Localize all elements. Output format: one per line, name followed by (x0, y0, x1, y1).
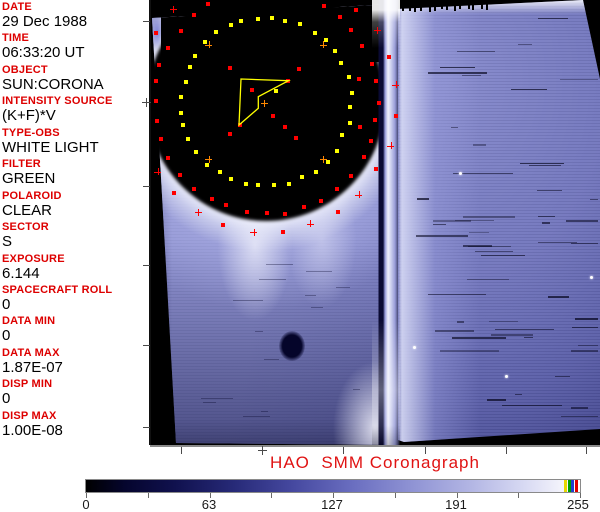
meta-label: INTENSITY SOURCE (2, 95, 113, 108)
meta-entry: DATA MAX 1.87E-07 (2, 347, 148, 378)
meta-value: 1.00E-08 (2, 421, 63, 439)
meta-entry: POLAROID CLEAR (2, 190, 148, 221)
meta-entry: DISP MAX 1.00E-08 (2, 410, 148, 441)
meta-value: GREEN (2, 170, 56, 188)
sun-center-axis-marker (146, 98, 147, 107)
colorbar-tick (147, 493, 149, 498)
meta-value: (K+F)*V (2, 107, 56, 125)
meta-entry: SPACECRAFT ROLL 0 (2, 284, 148, 315)
meta-value: 0 (2, 327, 11, 345)
meta-value: 06:33:20 UT (2, 44, 85, 62)
axis-tick (143, 21, 150, 22)
meta-value: 1.87E-07 (2, 358, 63, 376)
meta-entry: SECTOR S (2, 221, 148, 252)
meta-label: DISP MAX (2, 409, 57, 422)
meta-value: WHITE LIGHT (2, 138, 99, 156)
meta-label: FILTER (2, 158, 41, 171)
meta-entry: DATA MIN 0 (2, 315, 148, 346)
meta-value: 0 (2, 390, 11, 408)
colorbar (85, 479, 581, 493)
meta-label: TYPE-OBS (2, 126, 60, 139)
meta-label: TIME (2, 32, 30, 45)
meta-label: DATA MIN (2, 315, 56, 328)
white-speck (459, 172, 462, 175)
meta-entry: DATE 29 Dec 1988 (2, 1, 148, 32)
meta-entry: FILTER GREEN (2, 158, 148, 189)
meta-label: SECTOR (2, 221, 49, 234)
colorbar-tick (518, 493, 520, 498)
meta-entry: TIME 06:33:20 UT (2, 32, 148, 63)
colorbar-annotation-stripe (571, 480, 575, 492)
meta-label: DATA MAX (2, 346, 60, 359)
colorbar-tick-label: 255 (567, 497, 589, 512)
footer-title: HAO SMM Coronagraph (270, 453, 480, 472)
axis-tick (143, 345, 150, 346)
meta-value: 0 (2, 295, 11, 313)
white-speck (590, 276, 593, 279)
white-speck (505, 375, 508, 378)
colorbar-tick (394, 493, 396, 498)
colorbar-tick-label: 63 (201, 497, 217, 512)
coronagraph-viewer-window: DATE 29 Dec 1988 TIME 06:33:20 UT OBJECT SUN:… (0, 0, 600, 512)
meta-value: 6.144 (2, 264, 40, 282)
colorbar-annotation-stripe (564, 480, 567, 492)
image-frame-border-left (149, 0, 151, 445)
image-panel (150, 0, 600, 445)
meta-label: EXPOSURE (2, 252, 65, 265)
meta-label: DATE (2, 1, 32, 13)
colorbar-tick (271, 493, 273, 498)
meta-value: SUN:CORONA (2, 75, 104, 93)
colorbar-annotation-stripe (575, 480, 579, 492)
meta-label: OBJECT (2, 63, 48, 76)
colorbar-annotation-stripe (567, 480, 571, 492)
fov-polygon-overlay (238, 78, 291, 127)
meta-label: DISP MIN (2, 378, 53, 391)
meta-entry: OBJECT SUN:CORONA (2, 64, 148, 95)
meta-entry: INTENSITY SOURCE (K+F)*V (2, 95, 148, 126)
white-speck (413, 346, 416, 349)
colorbar-tick-label: 127 (321, 497, 343, 512)
image-frame-border-bottom (150, 445, 600, 447)
meta-value: CLEAR (2, 201, 53, 219)
meta-entry: EXPOSURE 6.144 (2, 253, 148, 284)
axis-tick (143, 186, 150, 187)
meta-value: S (2, 233, 13, 251)
meta-label: SPACECRAFT ROLL (2, 283, 113, 296)
axis-tick (143, 427, 150, 428)
meta-entry: TYPE-OBS WHITE LIGHT (2, 127, 148, 158)
metadata-panel: DATE 29 Dec 1988 TIME 06:33:20 UT OBJECT SUN:… (0, 0, 148, 447)
meta-label: POLAROID (2, 189, 62, 202)
meta-entry: DISP MIN 0 (2, 378, 148, 409)
colorbar-tick-label: 0 (82, 497, 90, 512)
colorbar-tick-label: 191 (445, 497, 467, 512)
meta-value: 29 Dec 1988 (2, 13, 88, 30)
axis-tick (143, 265, 150, 266)
